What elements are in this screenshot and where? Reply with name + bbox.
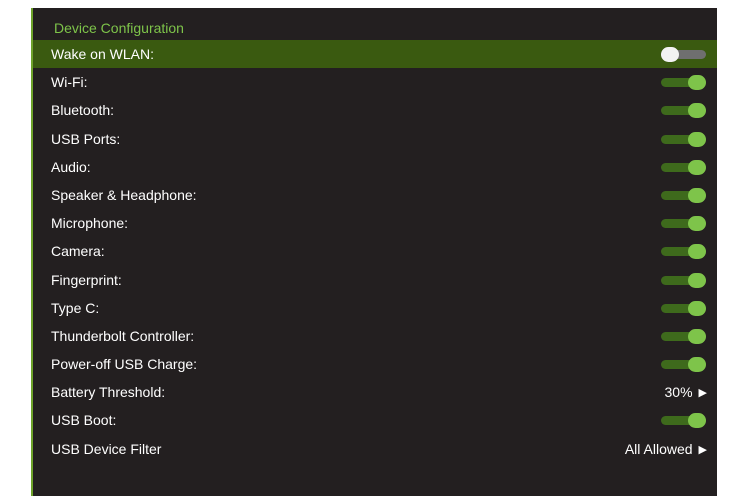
setting-label: USB Ports: — [51, 130, 121, 147]
setting-row-usb-boot[interactable]: USB Boot: — [33, 406, 717, 434]
setting-row-thunderbolt-controller[interactable]: Thunderbolt Controller: — [33, 322, 717, 350]
toggle-knob — [688, 75, 706, 91]
setting-row-bluetooth[interactable]: Bluetooth: — [33, 96, 717, 124]
toggle-knob — [688, 159, 706, 175]
settings-list: Wake on WLAN: Wi-Fi: Bluetooth: USB Ports: A… — [33, 40, 717, 463]
setting-label: Thunderbolt Controller: — [51, 327, 195, 344]
triangle-right-icon: ▶ — [698, 443, 707, 456]
setting-row-usb-ports[interactable]: USB Ports: — [33, 125, 717, 153]
setting-label: Wake on WLAN: — [51, 46, 154, 62]
setting-row-camera[interactable]: Camera: — [33, 237, 717, 265]
toggle-switch[interactable] — [661, 103, 706, 119]
toggle-switch[interactable] — [661, 244, 706, 260]
setting-label: Battery Threshold: — [51, 384, 166, 401]
setting-row-power-off-usb-charge[interactable]: Power-off USB Charge: — [33, 350, 717, 378]
toggle-knob — [688, 357, 706, 373]
setting-label: Camera: — [51, 243, 105, 260]
setting-label: Microphone: — [51, 215, 129, 232]
toggle-switch[interactable] — [661, 357, 706, 373]
section-title: Device Configuration — [54, 20, 184, 36]
toggle-switch[interactable] — [661, 216, 706, 232]
setting-label: USB Device Filter — [51, 440, 162, 457]
setting-value-text: 30% — [664, 384, 693, 401]
toggle-knob — [688, 328, 706, 344]
toggle-switch[interactable] — [661, 159, 706, 175]
toggle-switch[interactable] — [661, 75, 706, 91]
setting-label: Type C: — [51, 299, 100, 316]
setting-row-wake-on-wlan[interactable]: Wake on WLAN: — [33, 40, 717, 69]
setting-value[interactable]: 30% ▶ — [665, 378, 708, 407]
toggle-knob — [688, 413, 706, 429]
toggle-switch[interactable] — [661, 328, 706, 344]
toggle-switch[interactable] — [661, 47, 706, 62]
toggle-knob — [688, 272, 706, 288]
toggle-knob — [688, 300, 706, 316]
setting-row-type-c[interactable]: Type C: — [33, 294, 717, 322]
setting-label: Wi-Fi: — [51, 74, 88, 91]
setting-row-audio[interactable]: Audio: — [33, 153, 717, 181]
toggle-switch[interactable] — [661, 413, 706, 429]
toggle-knob — [661, 47, 679, 62]
toggle-switch[interactable] — [661, 272, 706, 288]
triangle-right-icon: ▶ — [698, 387, 707, 400]
setting-label: Fingerprint: — [51, 271, 122, 288]
setting-label: Power-off USB Charge: — [51, 356, 198, 373]
setting-label: Bluetooth: — [51, 102, 115, 119]
toggle-switch[interactable] — [661, 131, 706, 147]
toggle-knob — [688, 103, 706, 119]
device-configuration-panel: Device Configuration Wake on WLAN: Wi-Fi:… — [31, 8, 717, 496]
setting-row-speaker-and-headphone[interactable]: Speaker & Headphone: — [33, 181, 717, 209]
toggle-knob — [688, 216, 706, 232]
setting-label: USB Boot: — [51, 412, 117, 429]
toggle-knob — [688, 244, 706, 260]
setting-row-wi-fi[interactable]: Wi-Fi: — [33, 68, 717, 96]
setting-row-fingerprint[interactable]: Fingerprint: — [33, 266, 717, 294]
toggle-knob — [688, 187, 706, 203]
setting-label: Speaker & Headphone: — [51, 186, 197, 203]
setting-row-battery-threshold[interactable]: Battery Threshold: 30% ▶ — [33, 378, 717, 406]
toggle-switch[interactable] — [661, 187, 706, 203]
setting-label: Audio: — [51, 158, 91, 175]
setting-row-usb-device-filter[interactable]: USB Device Filter All Allowed ▶ — [33, 435, 717, 463]
toggle-knob — [688, 131, 706, 147]
toggle-switch[interactable] — [661, 300, 706, 316]
setting-value[interactable]: All Allowed ▶ — [625, 435, 707, 464]
setting-value-text: All Allowed — [624, 440, 693, 457]
setting-row-microphone[interactable]: Microphone: — [33, 209, 717, 237]
